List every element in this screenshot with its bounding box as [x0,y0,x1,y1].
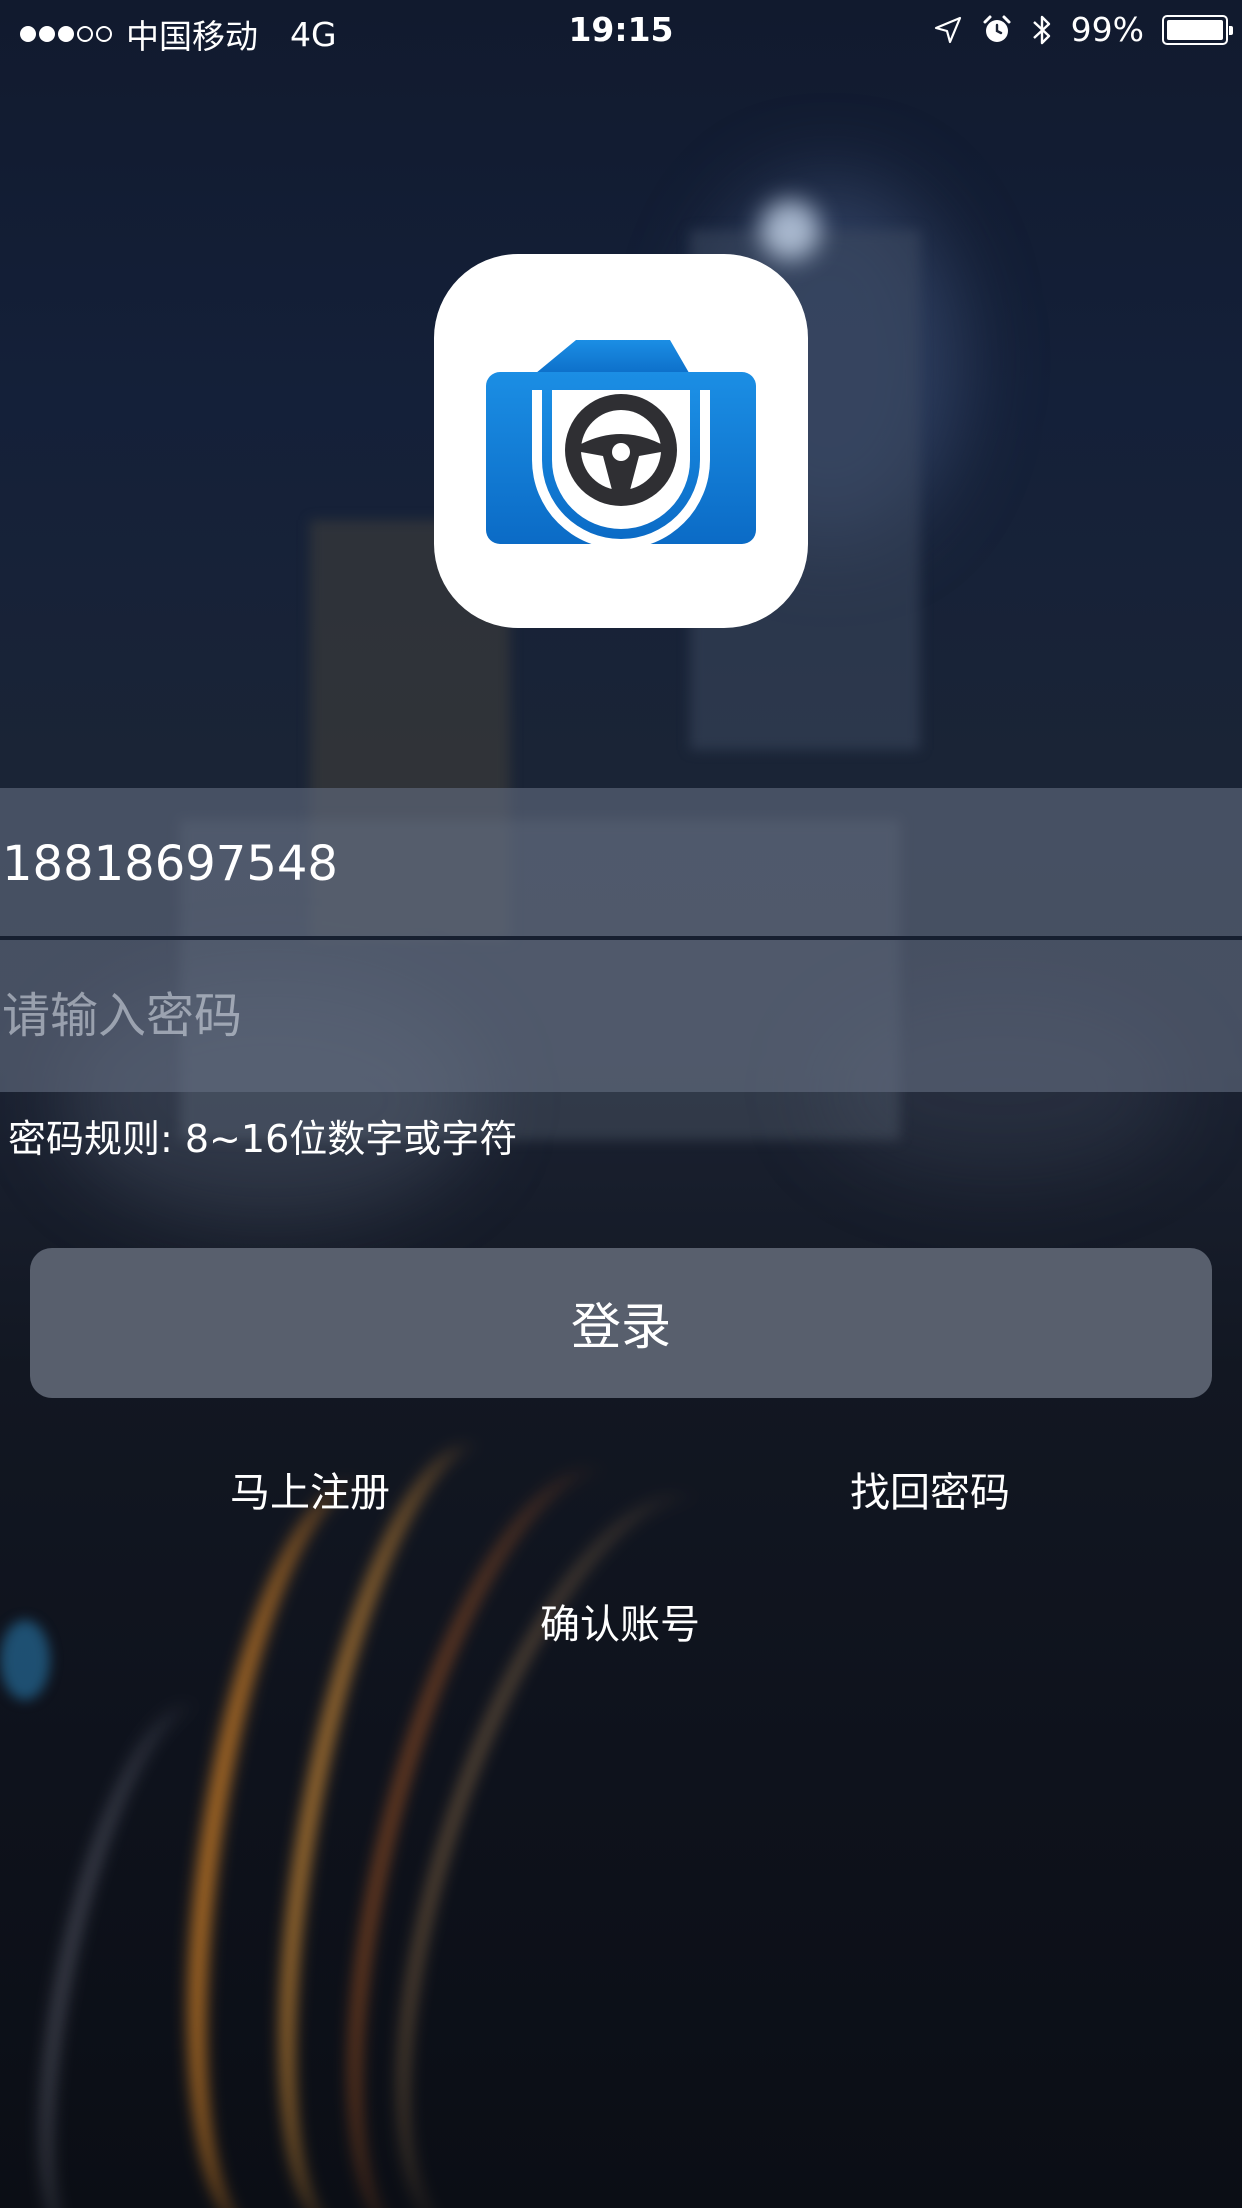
battery-percent: 99% [1070,10,1144,49]
camera-steering-wheel-icon [486,340,756,549]
register-link[interactable]: 马上注册 [190,1460,430,1518]
login-button[interactable]: 登录 [30,1248,1212,1398]
alarm-icon [983,15,1011,42]
password-rule-hint: 密码规则: 8~16位数字或字符 [8,1117,518,1161]
forgot-password-link[interactable]: 找回密码 [810,1460,1050,1518]
phone-input[interactable] [0,836,1200,892]
confirm-account-link[interactable]: 确认账号 [500,1592,740,1650]
bluetooth-icon [1032,15,1050,44]
status-right: 99% [933,10,1233,49]
app-logo [434,254,808,628]
password-input-row [0,940,1242,1092]
battery-icon [1162,14,1233,45]
phone-input-row [0,788,1242,940]
password-input[interactable] [0,988,1200,1044]
location-icon [934,16,961,43]
status-bar: 中国移动 4G 19:15 99% [0,0,1242,60]
